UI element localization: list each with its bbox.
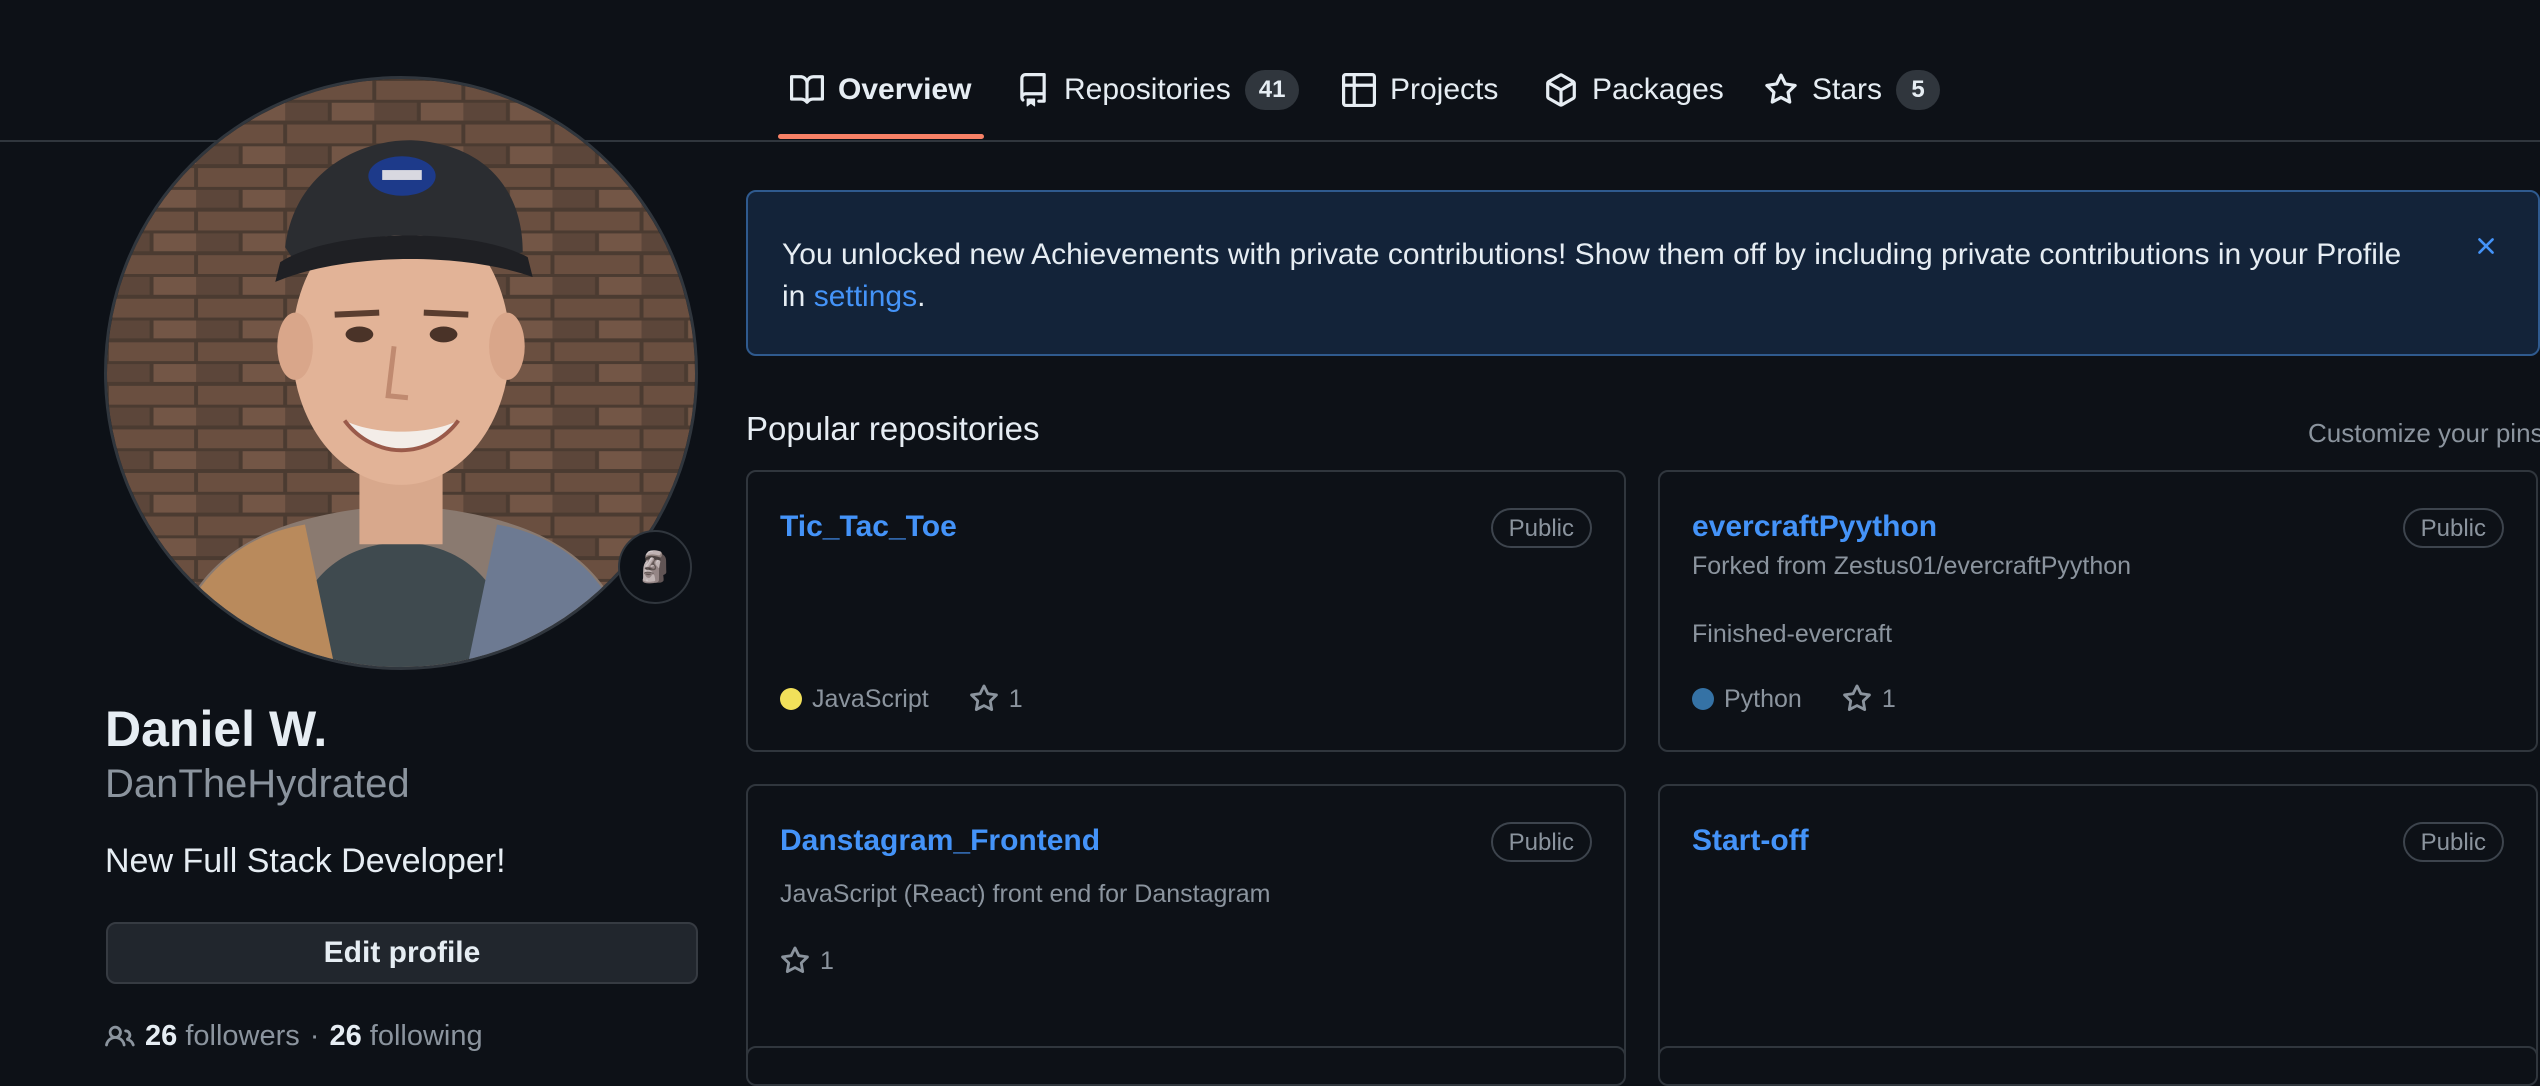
repo-meta: Python 1 [1692,684,1896,714]
book-icon [790,75,824,104]
star-icon [781,946,809,974]
visibility-badge: Public [2402,822,2504,862]
language-color-dot [780,688,802,710]
follow-separator: · [309,1020,320,1052]
profile-bio: New Full Stack Developer! [105,842,506,880]
language-color-dot [1692,688,1714,710]
avatar[interactable] [104,76,698,670]
tab-packages-label: Packages [1592,73,1724,106]
following-link[interactable]: 26 following [329,1020,482,1053]
settings-link[interactable]: settings [814,280,917,313]
package-icon [1546,73,1576,107]
repo-card: Danstagram_Frontend Public JavaScript (R… [746,784,1626,1066]
followers-count: 26 [145,1020,178,1052]
repo-description: Finished-evercraft [1692,620,1893,648]
banner-text-end: . [917,280,926,313]
active-tab-indicator [778,134,984,139]
repo-language: JavaScript [812,684,929,713]
following-label: following [369,1020,483,1052]
repo-card-partial [746,1046,1626,1086]
repo-description: JavaScript (React) front end for Danstag… [780,880,1271,908]
edit-profile-button[interactable]: Edit profile [106,922,698,984]
tab-overview[interactable]: Overview [790,60,971,120]
tab-repositories-label: Repositories [1064,73,1231,106]
avatar-image [107,79,695,667]
repo-name-link[interactable]: Tic_Tac_Toe [780,510,957,544]
repo-card: Start-off Public [1658,784,2538,1066]
tab-overview-label: Overview [838,73,972,106]
achievements-banner: You unlocked new Achievements with priva… [746,190,2540,356]
repo-name-link[interactable]: Start-off [1692,824,1809,858]
tab-projects-label: Projects [1390,73,1499,106]
repositories-count-badge: 41 [1244,70,1300,110]
stars-count-badge: 5 [1896,70,1941,110]
star-icon [1765,73,1797,104]
popular-repositories-title: Popular repositories [746,410,1040,447]
repo-meta: JavaScript 1 [780,684,1023,714]
following-count: 26 [329,1020,362,1052]
forked-from-text: Forked from Zestus01/evercraftPyython [1692,552,2132,580]
followers-label: followers [185,1020,300,1052]
tab-repositories[interactable]: Repositories 41 [1016,60,1300,120]
star-icon [1842,684,1871,712]
follow-stats: 26 followers · 26 following [105,1020,483,1053]
repo-card: Tic_Tac_Toe Public JavaScript 1 [746,470,1626,752]
star-icon [969,684,998,712]
stargazers-link[interactable]: 1 [1842,684,1896,714]
repo-icon [1020,73,1046,107]
star-count: 1 [820,946,834,975]
customize-pins-link[interactable]: Customize your pins [2308,418,2540,449]
tab-packages[interactable]: Packages [1544,60,1724,120]
repo-language: Python [1724,684,1802,713]
tab-stars[interactable]: Stars 5 [1764,60,1941,120]
set-status-button[interactable]: 🗿 [618,530,692,604]
star-count: 1 [1008,684,1023,713]
stargazers-link[interactable]: 1 [969,684,1023,714]
tab-stars-label: Stars [1812,73,1883,106]
repo-meta: 1 [780,946,834,976]
visibility-badge: Public [2402,508,2504,548]
visibility-badge: Public [1490,508,1592,548]
banner-message: You unlocked new Achievements with priva… [782,234,2402,318]
visibility-badge: Public [1490,822,1592,862]
star-count: 1 [1881,684,1896,713]
stargazers-link[interactable]: 1 [780,946,834,976]
repo-name-link[interactable]: evercraftPyython [1692,510,1937,544]
profile-fullname: Daniel W. [105,701,328,757]
profile-username: DanTheHydrated [105,762,410,806]
repo-name-link[interactable]: Danstagram_Frontend [780,824,1100,858]
close-icon[interactable] [2472,232,2500,260]
people-icon [105,1025,135,1046]
followers-link[interactable]: 26 followers [145,1020,300,1053]
table-icon [1342,73,1376,107]
repo-card: evercraftPyython Public Forked from Zest… [1658,470,2538,752]
repo-card-partial [1658,1046,2538,1086]
banner-text: You unlocked new Achievements with priva… [782,238,2402,313]
tab-projects[interactable]: Projects [1342,60,1498,120]
status-emoji: 🗿 [636,550,674,584]
